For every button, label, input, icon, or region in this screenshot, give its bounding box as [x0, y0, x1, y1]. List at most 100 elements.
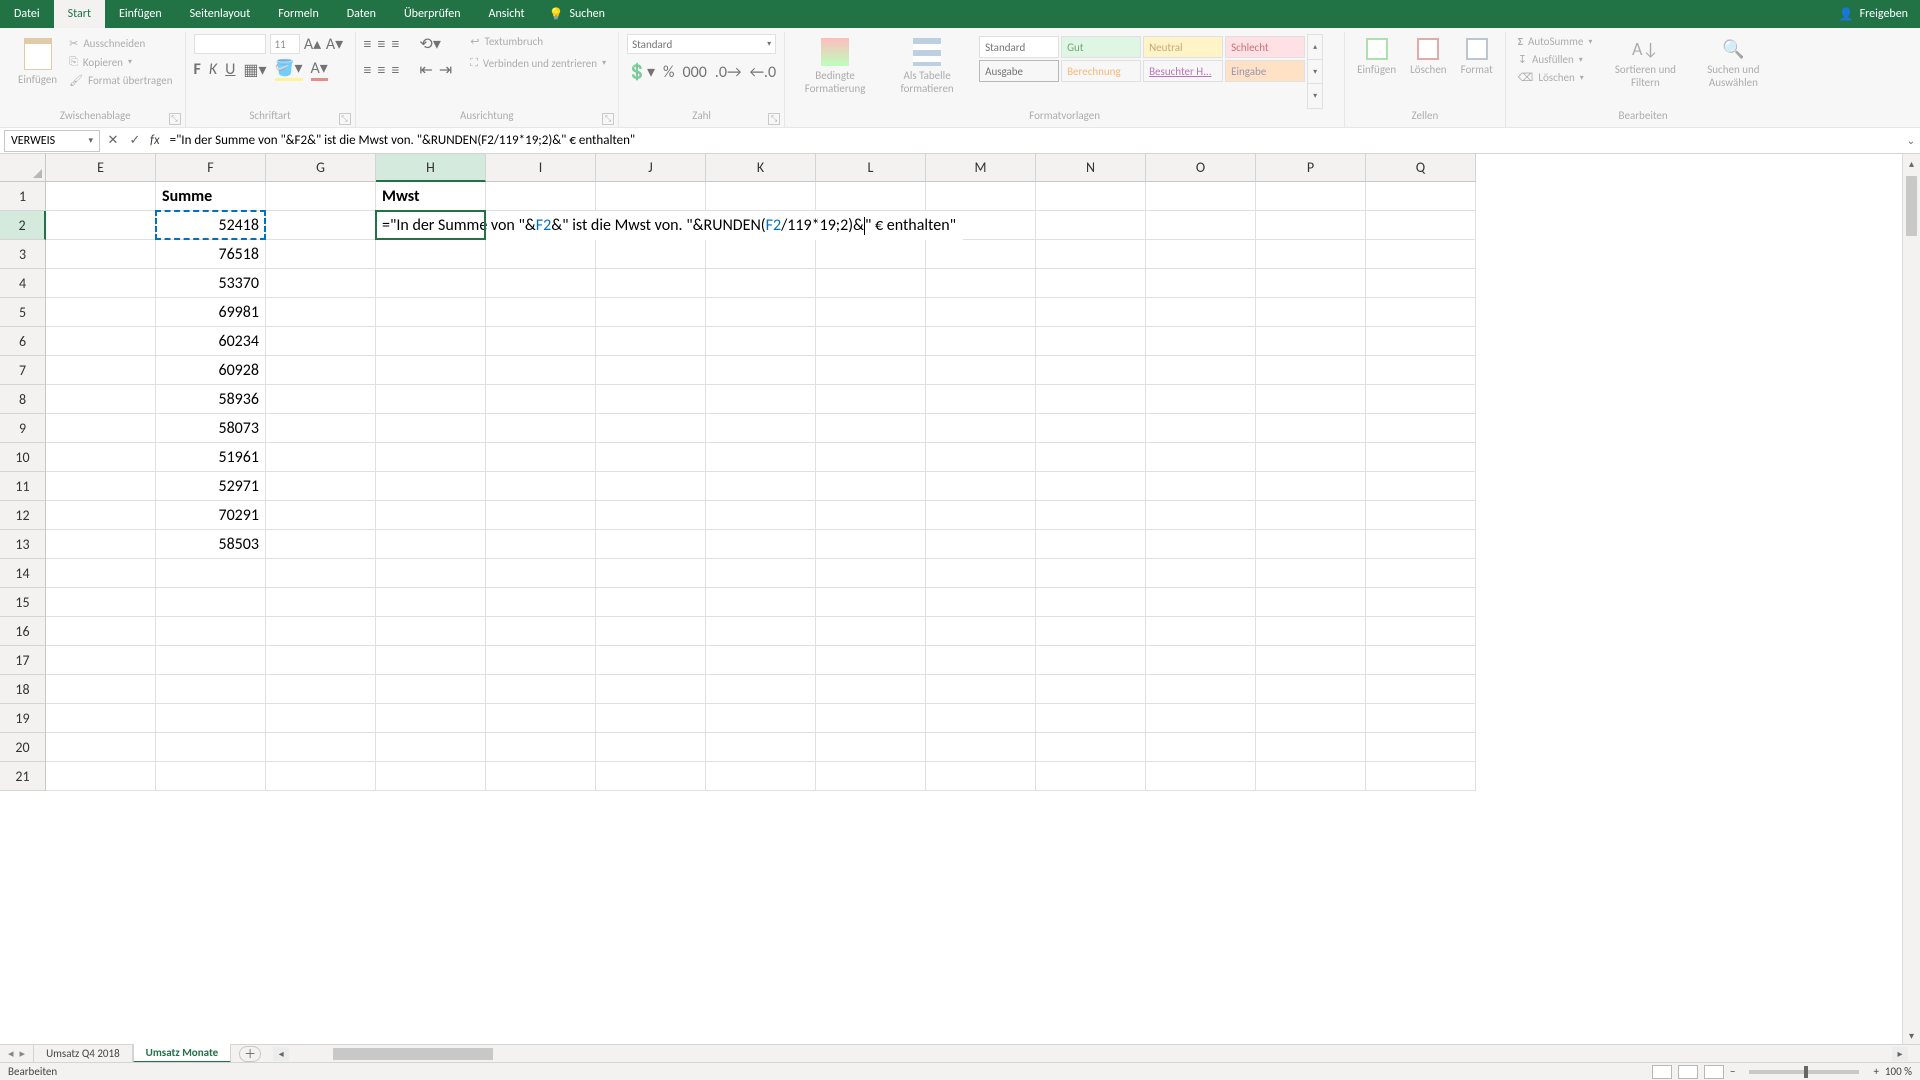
- cell-O6[interactable]: [1146, 327, 1256, 356]
- cell-H11[interactable]: [376, 472, 486, 501]
- cell-H6[interactable]: [376, 327, 486, 356]
- decrease-decimal-icon[interactable]: ←.0: [749, 63, 776, 82]
- column-header-L[interactable]: L: [816, 154, 926, 182]
- delete-cells-button[interactable]: Löschen: [1406, 34, 1450, 109]
- cell-P16[interactable]: [1256, 617, 1366, 646]
- style-eingabe[interactable]: Eingabe: [1225, 60, 1305, 82]
- tab-insert[interactable]: Einfügen: [105, 0, 176, 28]
- cell-Q21[interactable]: [1366, 762, 1476, 791]
- column-headers[interactable]: EFGHIJKLMNOPQ: [46, 154, 1902, 182]
- cell-K6[interactable]: [706, 327, 816, 356]
- cell-H1[interactable]: Mwst: [376, 182, 486, 211]
- cell-L10[interactable]: [816, 443, 926, 472]
- cell-F19[interactable]: [156, 704, 266, 733]
- conditional-formatting-button[interactable]: Bedingte Formatierung: [793, 34, 877, 109]
- cell-E5[interactable]: [46, 298, 156, 327]
- cell-I13[interactable]: [486, 530, 596, 559]
- cell-L12[interactable]: [816, 501, 926, 530]
- decrease-font-icon[interactable]: A▾: [326, 35, 344, 53]
- cell-P20[interactable]: [1256, 733, 1366, 762]
- zoom-out-button[interactable]: −: [1730, 1065, 1735, 1078]
- cell-Q5[interactable]: [1366, 298, 1476, 327]
- cell-H16[interactable]: [376, 617, 486, 646]
- italic-button[interactable]: K: [209, 60, 217, 79]
- cell-G20[interactable]: [266, 733, 376, 762]
- cell-K5[interactable]: [706, 298, 816, 327]
- cell-J1[interactable]: [596, 182, 706, 211]
- tell-me-search[interactable]: 💡 Suchen: [539, 7, 615, 22]
- cell-N19[interactable]: [1036, 704, 1146, 733]
- dialog-launcher-icon[interactable]: ⤡: [169, 113, 181, 125]
- cell-G19[interactable]: [266, 704, 376, 733]
- column-header-J[interactable]: J: [596, 154, 706, 182]
- indent-increase-icon[interactable]: ⇥: [439, 60, 452, 80]
- cell-E16[interactable]: [46, 617, 156, 646]
- cell-Q10[interactable]: [1366, 443, 1476, 472]
- cell-I16[interactable]: [486, 617, 596, 646]
- view-pagebreak-button[interactable]: [1704, 1065, 1724, 1079]
- style-ausgabe[interactable]: Ausgabe: [979, 60, 1059, 82]
- cell-H9[interactable]: [376, 414, 486, 443]
- cell-N1[interactable]: [1036, 182, 1146, 211]
- align-middle-icon[interactable]: ≡: [377, 35, 385, 54]
- cell-P7[interactable]: [1256, 356, 1366, 385]
- nav-prev-icon[interactable]: ◂: [8, 1047, 14, 1060]
- cell-H7[interactable]: [376, 356, 486, 385]
- scroll-left-icon[interactable]: ◂: [273, 1047, 289, 1061]
- format-cells-button[interactable]: Format: [1457, 34, 1497, 109]
- tab-review[interactable]: Überprüfen: [390, 0, 475, 28]
- format-as-table-button[interactable]: Als Tabelle formatieren: [885, 34, 969, 109]
- cell-O19[interactable]: [1146, 704, 1256, 733]
- cell-P15[interactable]: [1256, 588, 1366, 617]
- cell-O13[interactable]: [1146, 530, 1256, 559]
- cell-H10[interactable]: [376, 443, 486, 472]
- cell-Q6[interactable]: [1366, 327, 1476, 356]
- cell-H3[interactable]: [376, 240, 486, 269]
- cell-G17[interactable]: [266, 646, 376, 675]
- cut-button[interactable]: ✂Ausschneiden: [65, 36, 176, 51]
- share-button[interactable]: 👤 Freigeben: [1827, 7, 1920, 22]
- dialog-launcher-icon[interactable]: ⤡: [602, 113, 614, 125]
- row-header-4[interactable]: 4: [0, 269, 46, 298]
- cell-F7[interactable]: 60928: [156, 356, 266, 385]
- cell-G9[interactable]: [266, 414, 376, 443]
- cell-I6[interactable]: [486, 327, 596, 356]
- cell-L13[interactable]: [816, 530, 926, 559]
- cell-Q9[interactable]: [1366, 414, 1476, 443]
- cell-E17[interactable]: [46, 646, 156, 675]
- cell-L21[interactable]: [816, 762, 926, 791]
- wrap-text-button[interactable]: ↩Textumbruch: [466, 34, 610, 49]
- style-gut[interactable]: Gut: [1061, 36, 1141, 58]
- border-button[interactable]: ▦▾: [243, 60, 266, 80]
- cell-P2[interactable]: [1256, 211, 1366, 240]
- cell-I11[interactable]: [486, 472, 596, 501]
- cell-L3[interactable]: [816, 240, 926, 269]
- font-size-input[interactable]: [270, 34, 300, 54]
- row-header-13[interactable]: 13: [0, 530, 46, 559]
- cell-Q18[interactable]: [1366, 675, 1476, 704]
- align-bottom-icon[interactable]: ≡: [391, 35, 399, 54]
- cell-M4[interactable]: [926, 269, 1036, 298]
- row-header-15[interactable]: 15: [0, 588, 46, 617]
- cell-N3[interactable]: [1036, 240, 1146, 269]
- cell-F20[interactable]: [156, 733, 266, 762]
- cell-O8[interactable]: [1146, 385, 1256, 414]
- cell-I15[interactable]: [486, 588, 596, 617]
- cell-K13[interactable]: [706, 530, 816, 559]
- cell-G10[interactable]: [266, 443, 376, 472]
- scroll-up-icon[interactable]: ▴: [1903, 154, 1920, 172]
- percent-icon[interactable]: %: [663, 63, 674, 82]
- cell-H17[interactable]: [376, 646, 486, 675]
- cell-F12[interactable]: 70291: [156, 501, 266, 530]
- cell-G5[interactable]: [266, 298, 376, 327]
- align-center-icon[interactable]: ≡: [377, 61, 385, 80]
- column-header-G[interactable]: G: [266, 154, 376, 182]
- cell-I7[interactable]: [486, 356, 596, 385]
- cell-N20[interactable]: [1036, 733, 1146, 762]
- cell-K18[interactable]: [706, 675, 816, 704]
- column-header-E[interactable]: E: [46, 154, 156, 182]
- cell-O10[interactable]: [1146, 443, 1256, 472]
- cell-I20[interactable]: [486, 733, 596, 762]
- cell-O20[interactable]: [1146, 733, 1256, 762]
- row-header-16[interactable]: 16: [0, 617, 46, 646]
